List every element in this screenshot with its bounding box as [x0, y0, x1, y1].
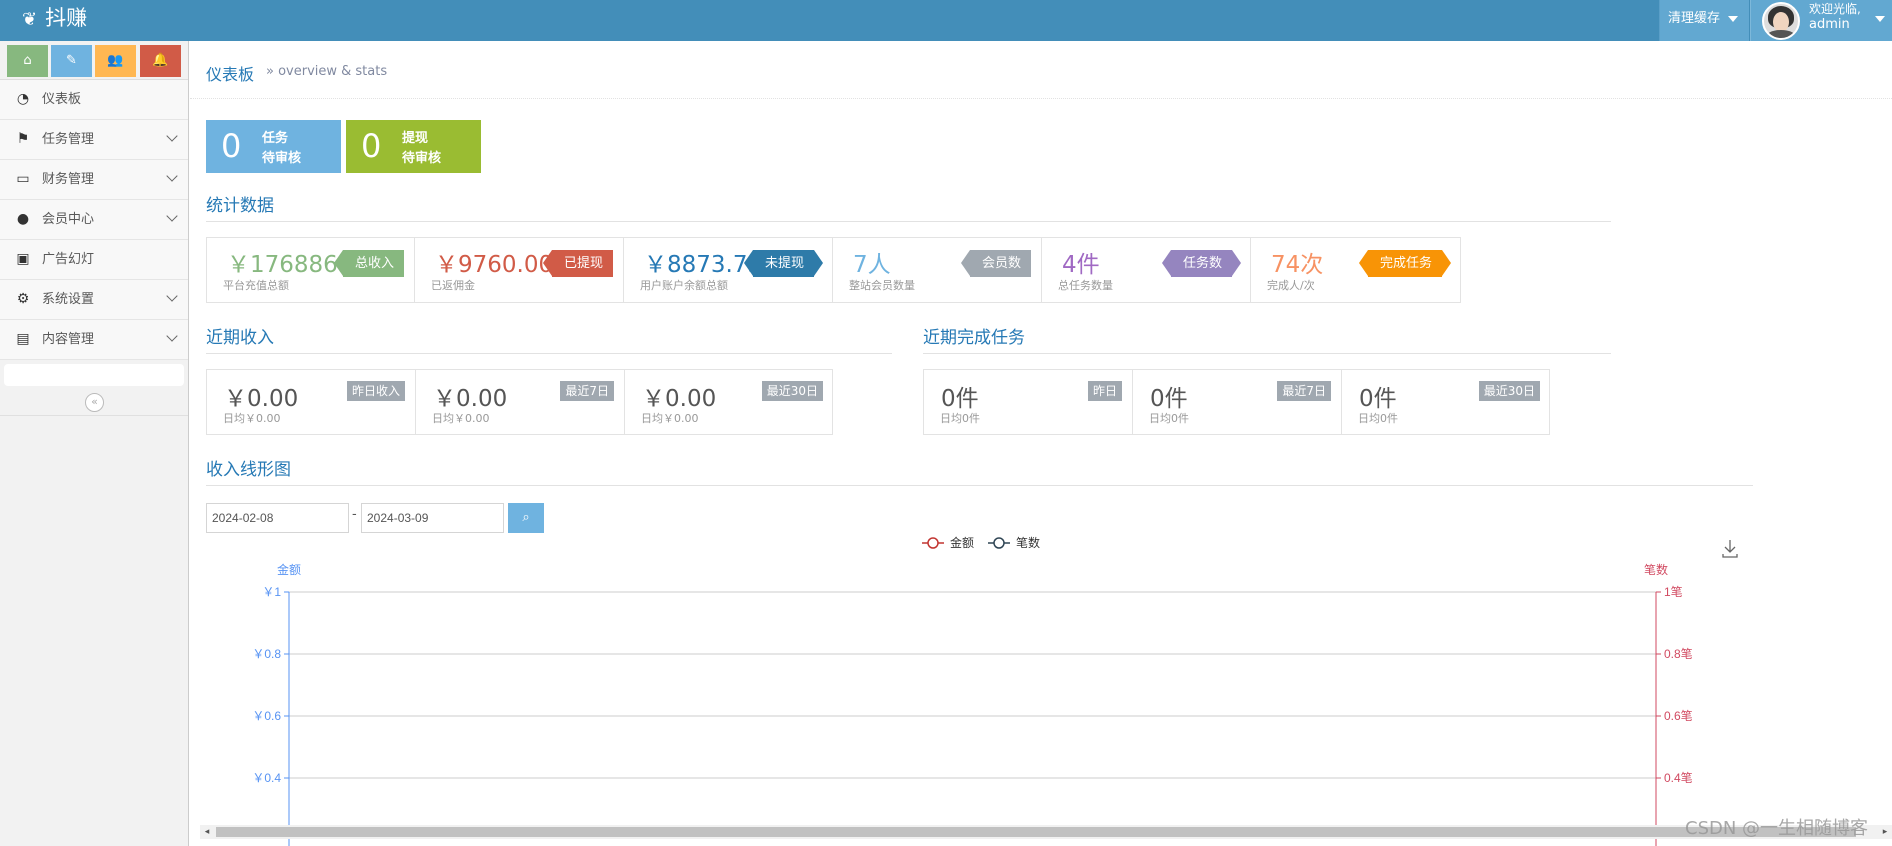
- sidebar-shortcuts: ⌂ ✎ 👥 🔔: [0, 41, 188, 80]
- y-right-tick-label: 0.6笔: [1664, 708, 1693, 723]
- sidebar-item-label: 系统设置: [42, 292, 95, 307]
- scroll-right-arrow-icon[interactable]: ▸: [1878, 825, 1892, 839]
- user-menu[interactable]: 欢迎光临, admin: [1750, 0, 1892, 41]
- leaf-icon: ❦: [22, 9, 38, 30]
- y-left-tick-label: ￥0.4: [252, 771, 281, 785]
- users-shortcut-button[interactable]: 👥: [95, 45, 136, 77]
- sidebar-item-content[interactable]: ▤ 内容管理: [0, 320, 188, 360]
- clear-cache-label: 清理缓存: [1668, 11, 1721, 26]
- y-right-tick-label: 1笔: [1664, 584, 1683, 599]
- sidebar-item-tasks[interactable]: ⚑ 任务管理: [0, 120, 188, 160]
- chevron-down-icon: [166, 290, 178, 302]
- flag-icon: ⚑: [16, 131, 30, 147]
- sidebar-item-finance[interactable]: ▭ 财务管理: [0, 160, 188, 200]
- dashboard-icon: ◔: [16, 91, 30, 107]
- y-right-tick-label: 0.8笔: [1664, 646, 1693, 661]
- brand[interactable]: ❦ 抖赚: [22, 0, 87, 41]
- username: admin: [1809, 17, 1850, 32]
- sidebar-item-settings[interactable]: ⚙ 系统设置: [0, 280, 188, 320]
- chevron-down-icon: [166, 170, 178, 182]
- y-left-axis-label: 金额: [277, 562, 301, 577]
- sidebar-item-label: 财务管理: [42, 172, 95, 187]
- y-right-axis-label: 笔数: [1644, 562, 1668, 577]
- bell-shortcut-button[interactable]: 🔔: [140, 45, 181, 77]
- sidebar-collapse-row: «: [0, 386, 188, 416]
- scrollbar-thumb[interactable]: [216, 827, 1856, 837]
- legend-label: 金额: [950, 535, 974, 550]
- sidebar-item-label: 内容管理: [42, 332, 95, 347]
- y-left-tick-label: ￥0.6: [252, 709, 281, 723]
- horizontal-scrollbar[interactable]: ◂ ▸: [200, 825, 1892, 839]
- gear-icon: ⚙: [16, 291, 30, 307]
- y-left-tick-label: ￥0.8: [252, 647, 281, 661]
- user-icon: ●: [16, 211, 30, 227]
- home-icon: ⌂: [23, 53, 32, 68]
- download-icon[interactable]: [1722, 540, 1738, 558]
- pencil-icon: ✎: [66, 53, 77, 68]
- users-icon: 👥: [107, 53, 124, 68]
- double-chevron-left-icon: «: [91, 395, 98, 408]
- scroll-left-arrow-icon[interactable]: ◂: [200, 825, 214, 839]
- edit-shortcut-button[interactable]: ✎: [51, 45, 92, 77]
- sidebar-item-label: 仪表板: [42, 92, 82, 107]
- sidebar-item-label: 广告幻灯: [42, 252, 95, 267]
- caret-down-icon: [1728, 15, 1739, 22]
- sidebar-item-ads[interactable]: ▣ 广告幻灯: [0, 240, 188, 280]
- book-icon: ▤: [16, 331, 30, 347]
- sidebar-item-dashboard[interactable]: ◔ 仪表板: [0, 80, 188, 120]
- watermark: CSDN @一生相随博客: [1685, 818, 1869, 839]
- chevron-down-icon: [166, 130, 178, 142]
- y-left-tick-label: ￥1: [262, 585, 281, 599]
- sidebar-item-members[interactable]: ● 会员中心: [0, 200, 188, 240]
- legend-label: 笔数: [1016, 535, 1040, 550]
- legend-marker: [927, 537, 939, 549]
- home-shortcut-button[interactable]: ⌂: [7, 45, 48, 77]
- bell-icon: 🔔: [152, 53, 169, 68]
- chevron-down-icon: [166, 330, 178, 342]
- brand-name: 抖赚: [45, 6, 88, 30]
- picture-icon: ▣: [16, 251, 30, 267]
- inbox-icon: ▭: [16, 171, 30, 187]
- welcome-text: 欢迎光临,: [1809, 2, 1861, 16]
- legend-marker: [993, 537, 1005, 549]
- sidebar: ⌂ ✎ 👥 🔔 ◔ 仪表板 ⚑ 任务管理 ▭ 财务管理 ● 会员中心 ▣ 广告幻…: [0, 41, 189, 846]
- income-line-chart: ￥1 1笔￥0.8 0.8笔￥0.6 0.6笔￥0.4 0.4笔金额 笔数金额 笔数: [252, 535, 1738, 846]
- main-content: 仪表板 » overview & stats 0 任务 待审核 0 提现 待审核…: [190, 41, 1892, 846]
- clear-cache-button[interactable]: 清理缓存: [1659, 0, 1749, 41]
- sidebar-item-label: 会员中心: [42, 212, 95, 227]
- caret-down-icon: [1875, 16, 1885, 22]
- sidebar-blank-area: [4, 364, 184, 386]
- chevron-down-icon: [166, 210, 178, 222]
- sidebar-item-label: 任务管理: [42, 132, 95, 147]
- top-navbar: ❦ 抖赚 清理缓存 欢迎光临, admin: [0, 0, 1892, 41]
- y-right-tick-label: 0.4笔: [1664, 770, 1693, 785]
- user-info: 欢迎光临, admin: [1809, 2, 1861, 32]
- avatar: [1762, 2, 1800, 40]
- collapse-sidebar-button[interactable]: «: [85, 393, 104, 412]
